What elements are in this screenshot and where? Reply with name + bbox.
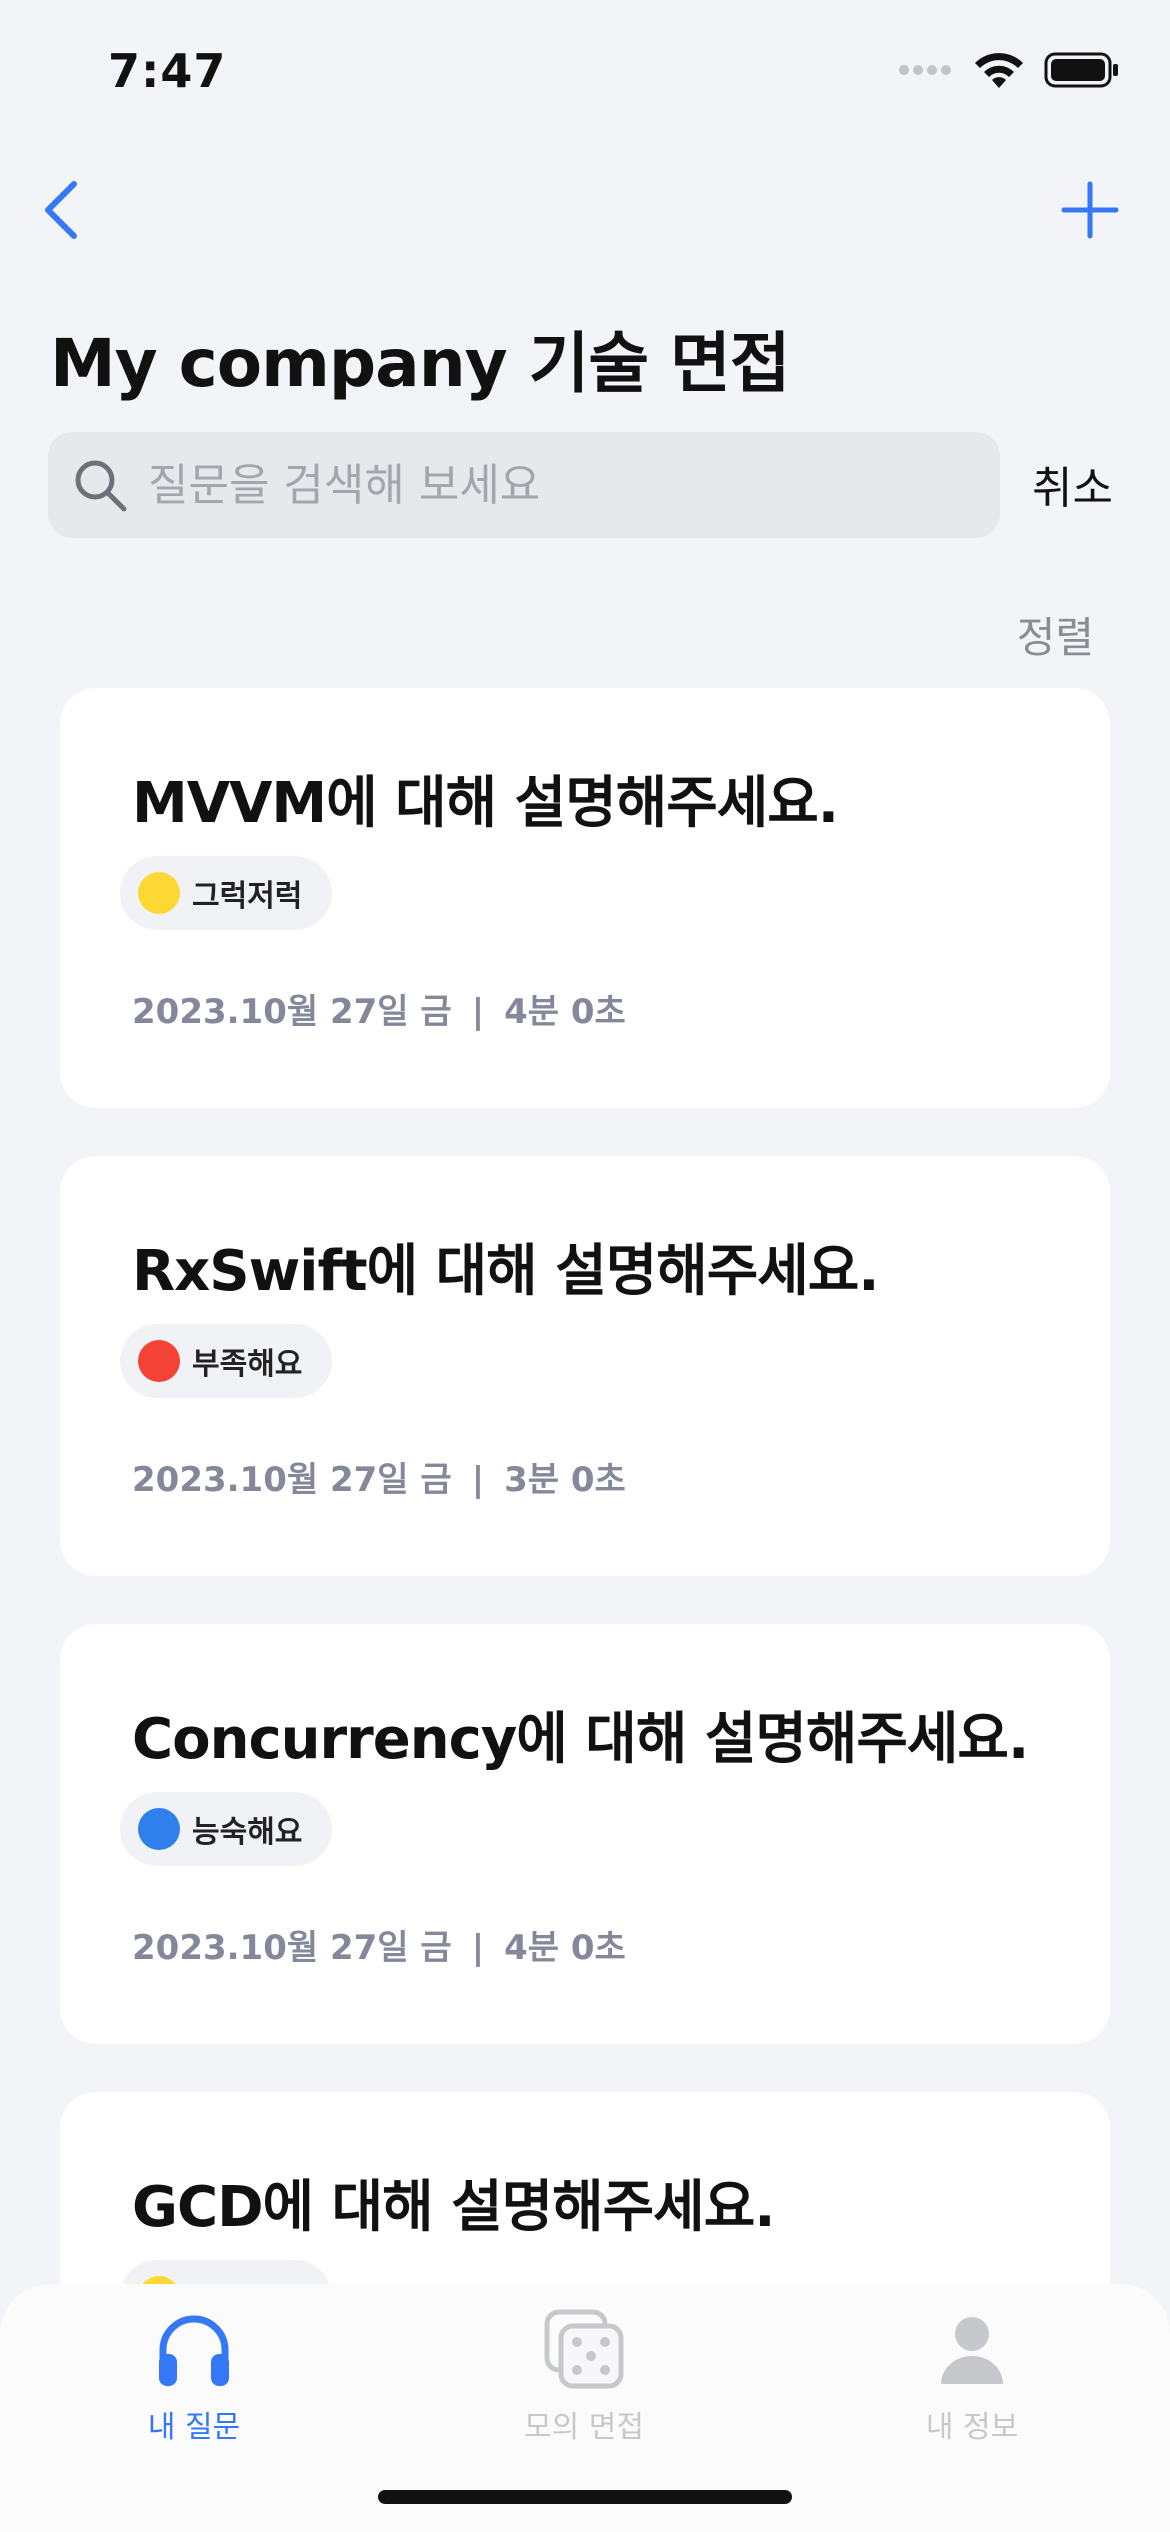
question-card[interactable]: RxSwift에 대해 설명해주세요. 부족해요 2023.10월 27일 금 |… (60, 1156, 1110, 1576)
tab-my-info[interactable]: 내 정보 (862, 2304, 1082, 2446)
plus-icon (1061, 181, 1119, 239)
tab-label: 내 질문 (147, 2410, 241, 2445)
meta-separator: | (471, 992, 485, 1032)
badge-label: 능숙해요 (192, 1815, 303, 1850)
badge-label: 그럭저럭 (192, 879, 303, 914)
question-title: MVVM에 대해 설명해주세요. (132, 771, 839, 836)
question-meta: 2023.10월 27일 금 | 3분 0초 (132, 1452, 626, 1501)
status-dot (138, 1340, 180, 1382)
status-bar: 7:47 (0, 0, 1170, 140)
question-date: 2023.10월 27일 금 (132, 1460, 452, 1500)
question-duration: 4분 0초 (504, 992, 626, 1032)
question-meta: 2023.10월 27일 금 | 4분 0초 (132, 984, 626, 1033)
proficiency-badge: 부족해요 (120, 1324, 333, 1398)
tab-label: 내 정보 (925, 2410, 1019, 2445)
search-bar[interactable] (48, 432, 1000, 538)
proficiency-badge: 그럭저럭 (120, 856, 333, 930)
meta-separator: | (471, 1928, 485, 1968)
wifi-icon (975, 53, 1023, 88)
dice-icon (544, 2309, 624, 2389)
question-title: Concurrency에 대해 설명해주세요. (132, 1707, 1029, 1772)
back-button[interactable] (20, 170, 100, 250)
home-indicator (378, 2490, 792, 2504)
status-dot (138, 1808, 180, 1850)
question-title: GCD에 대해 설명해주세요. (132, 2175, 775, 2240)
proficiency-badge: 능숙해요 (120, 1792, 333, 1866)
status-dot (138, 872, 180, 914)
search-icon (75, 460, 127, 512)
question-card[interactable]: Concurrency에 대해 설명해주세요. 능숙해요 2023.10월 27… (60, 1624, 1110, 2044)
battery-icon (1044, 52, 1118, 88)
question-duration: 4분 0초 (504, 1928, 626, 1968)
tab-label: 모의 면접 (524, 2410, 644, 2445)
signal-icon (899, 65, 951, 75)
question-title: RxSwift에 대해 설명해주세요. (132, 1239, 880, 1304)
question-card[interactable]: MVVM에 대해 설명해주세요. 그럭저럭 2023.10월 27일 금 | 4분 … (60, 688, 1110, 1108)
search-input[interactable] (148, 459, 968, 511)
tab-mock-interview[interactable]: 모의 면접 (474, 2304, 694, 2446)
badge-label: 부족해요 (192, 1347, 303, 1382)
tab-my-questions[interactable]: 내 질문 (84, 2304, 304, 2446)
chevron-left-icon (45, 181, 77, 239)
question-meta: 2023.10월 27일 금 | 4분 0초 (132, 1920, 626, 1969)
add-question-button[interactable] (1050, 170, 1130, 250)
status-time: 7:47 (108, 44, 227, 98)
question-date: 2023.10월 27일 금 (132, 1928, 452, 1968)
cancel-button[interactable]: 취소 (1032, 452, 1113, 516)
sort-button[interactable]: 정렬 (1017, 604, 1094, 665)
question-duration: 3분 0초 (504, 1460, 626, 1500)
question-date: 2023.10월 27일 금 (132, 992, 452, 1032)
person-icon (941, 2317, 1003, 2384)
page-title: My company 기술 면접 (50, 325, 791, 402)
meta-separator: | (471, 1460, 485, 1500)
headphones-icon (159, 2315, 229, 2386)
status-icons (898, 50, 1120, 90)
